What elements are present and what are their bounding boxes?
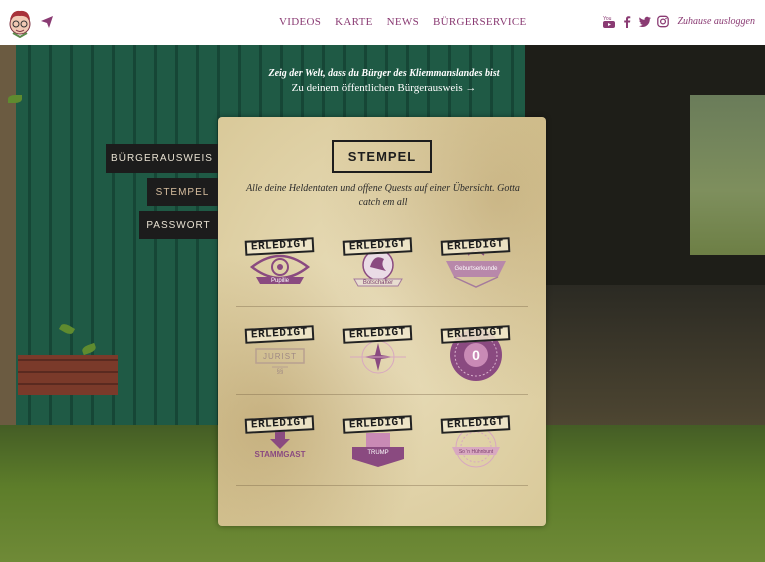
badge-caption: TRUMP <box>367 450 389 456</box>
row-divider <box>236 485 528 486</box>
row-divider <box>236 394 528 395</box>
badge-geburtserkunde[interactable]: ERLEDIGT Geburtserkunde <box>438 237 514 297</box>
panel-title: STEMPEL <box>332 140 432 173</box>
badge-botschafter[interactable]: ERLEDIGT Botschafter <box>340 237 416 297</box>
tab-label: STEMPEL <box>155 186 210 198</box>
promo-text: Zeig der Welt, dass du Bürger des Kliemm… <box>226 68 542 94</box>
panel-subtitle: Alle deine Heldentaten und offene Quests… <box>246 183 520 208</box>
promo-headline: Zeig der Welt, dass du Bürger des Kliemm… <box>268 68 500 79</box>
badge-caption: Pupille <box>270 278 289 284</box>
paper-plane-icon[interactable] <box>40 15 54 29</box>
badge-caption: So 'n Hühnbunt <box>458 449 494 455</box>
badge-coin[interactable]: ERLEDIGT 0 <box>438 325 514 385</box>
badge-caption: Geburtserkunde <box>454 266 498 272</box>
tab-label: BÜRGERAUSWEIS <box>111 153 213 164</box>
public-id-link[interactable]: Zu deinem öffentlichen Bürgerausweis → <box>226 82 542 94</box>
instagram-icon[interactable] <box>656 15 669 28</box>
avatar-logo-icon[interactable] <box>7 8 33 38</box>
badge-compass[interactable]: ERLEDIGT <box>340 325 416 385</box>
tab-stempel[interactable]: STEMPEL <box>147 178 218 206</box>
nav-news[interactable]: NEWS <box>387 16 419 28</box>
barn-opening <box>690 95 765 255</box>
nav-karte[interactable]: KARTE <box>335 16 373 28</box>
badge-trump[interactable]: ERLEDIGT TRUMP <box>340 415 416 475</box>
badge-caption: STAMMGAST <box>254 450 306 459</box>
leaf <box>8 95 22 103</box>
stamp-panel: STEMPEL Alle deine Heldentaten und offen… <box>218 117 546 526</box>
tab-passwort[interactable]: PASSWORT <box>139 211 218 239</box>
logout-link[interactable]: Zuhause ausloggen <box>678 16 756 27</box>
social-links: You Zuhause ausloggen <box>602 15 756 28</box>
nav-buergerservice[interactable]: BÜRGERSERVICE <box>433 16 526 28</box>
row-divider <box>236 306 528 307</box>
top-header: VIDEOS KARTE NEWS BÜRGERSERVICE You Zuha… <box>0 0 765 45</box>
badge-jurist[interactable]: ERLEDIGT JURIST §§ <box>242 325 318 385</box>
facebook-icon[interactable] <box>621 15 633 28</box>
tree-trunk <box>0 45 16 465</box>
tab-label: PASSWORT <box>146 219 211 231</box>
youtube-icon[interactable]: You <box>602 15 615 28</box>
twitter-icon[interactable] <box>638 15 651 28</box>
nav-videos[interactable]: VIDEOS <box>279 16 321 28</box>
badge-pupille[interactable]: ERLEDIGT Pupille <box>242 237 318 297</box>
badge-subcaption: §§ <box>276 369 284 375</box>
badge-huehnbunt[interactable]: ERLEDIGT So 'n Hühnbunt <box>438 415 514 475</box>
badge-caption: JURIST <box>263 352 297 361</box>
badge-caption: 0 <box>472 347 480 363</box>
tab-buergerausweis[interactable]: BÜRGERAUSWEIS <box>106 144 218 173</box>
badge-caption: Botschafter <box>362 280 394 286</box>
badge-stammgast[interactable]: ERLEDIGT STAMMGAST <box>242 415 318 475</box>
main-nav: VIDEOS KARTE NEWS BÜRGERSERVICE <box>279 16 527 28</box>
brick-wall <box>18 355 118 395</box>
